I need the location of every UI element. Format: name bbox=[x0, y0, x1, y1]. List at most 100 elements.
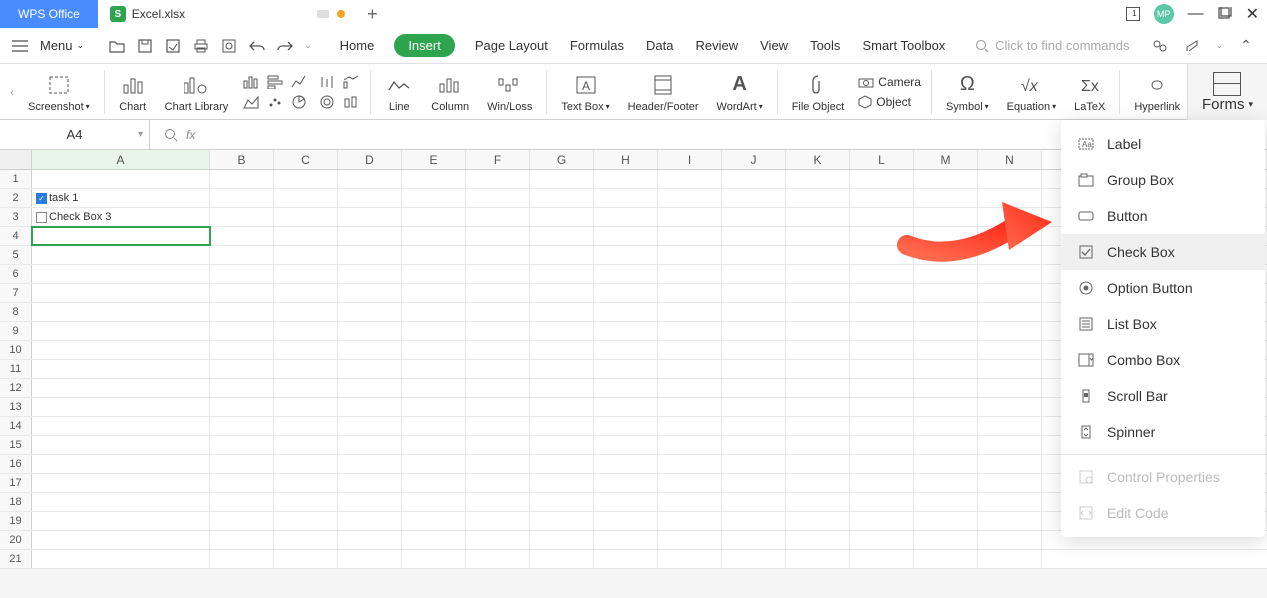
cell[interactable] bbox=[594, 227, 658, 245]
cell[interactable] bbox=[402, 512, 466, 530]
cell[interactable] bbox=[466, 189, 530, 207]
cell[interactable] bbox=[210, 455, 274, 473]
file-object-button[interactable]: File Object bbox=[784, 71, 853, 113]
cell[interactable] bbox=[210, 265, 274, 283]
row-header[interactable]: 2 bbox=[0, 189, 32, 207]
cell[interactable] bbox=[850, 246, 914, 264]
cell[interactable] bbox=[338, 246, 402, 264]
column-header[interactable]: N bbox=[978, 150, 1042, 169]
cell[interactable] bbox=[786, 474, 850, 492]
cell[interactable] bbox=[722, 208, 786, 226]
cell[interactable] bbox=[786, 303, 850, 321]
cell[interactable] bbox=[786, 417, 850, 435]
chevron-down-icon[interactable]: ▾ bbox=[138, 129, 143, 140]
cell[interactable] bbox=[914, 189, 978, 207]
cell[interactable] bbox=[722, 512, 786, 530]
cell[interactable] bbox=[594, 512, 658, 530]
close-button[interactable]: ✕ bbox=[1246, 4, 1259, 24]
cell[interactable] bbox=[914, 208, 978, 226]
cell[interactable] bbox=[722, 398, 786, 416]
column-header[interactable]: J bbox=[722, 150, 786, 169]
cell[interactable] bbox=[32, 360, 210, 378]
cell[interactable] bbox=[658, 265, 722, 283]
cell[interactable] bbox=[978, 398, 1042, 416]
row-header[interactable]: 4 bbox=[0, 227, 32, 245]
more-charts-icon[interactable] bbox=[342, 93, 360, 111]
cell[interactable] bbox=[850, 360, 914, 378]
row-header[interactable]: 9 bbox=[0, 322, 32, 340]
column-header[interactable]: E bbox=[402, 150, 466, 169]
cell[interactable] bbox=[530, 189, 594, 207]
cell[interactable] bbox=[850, 493, 914, 511]
checkbox-control[interactable]: ✓task 1 bbox=[36, 192, 78, 204]
cell[interactable] bbox=[850, 341, 914, 359]
cell[interactable] bbox=[658, 208, 722, 226]
cell[interactable] bbox=[978, 417, 1042, 435]
tab-formulas[interactable]: Formulas bbox=[568, 34, 626, 57]
app-tab[interactable]: WPS Office bbox=[0, 0, 98, 28]
forms-button-item[interactable]: Button bbox=[1061, 198, 1265, 234]
cell[interactable] bbox=[786, 455, 850, 473]
cell[interactable] bbox=[402, 550, 466, 568]
cell[interactable] bbox=[402, 379, 466, 397]
cell[interactable] bbox=[466, 246, 530, 264]
column-header[interactable]: A bbox=[32, 150, 210, 169]
cell[interactable] bbox=[32, 436, 210, 454]
cell[interactable] bbox=[210, 417, 274, 435]
cell[interactable] bbox=[530, 341, 594, 359]
cell[interactable] bbox=[914, 227, 978, 245]
cell[interactable] bbox=[274, 455, 338, 473]
cell[interactable] bbox=[274, 284, 338, 302]
textbox-button[interactable]: A Text Box▾ bbox=[553, 71, 617, 113]
cell[interactable]: Check Box 3 bbox=[32, 208, 210, 226]
row-header[interactable]: 8 bbox=[0, 303, 32, 321]
cell[interactable] bbox=[658, 227, 722, 245]
cell[interactable] bbox=[658, 493, 722, 511]
cell[interactable] bbox=[850, 436, 914, 454]
cell[interactable] bbox=[32, 265, 210, 283]
row-header[interactable]: 16 bbox=[0, 455, 32, 473]
menu-hamburger-icon[interactable] bbox=[12, 40, 28, 52]
cell[interactable] bbox=[32, 398, 210, 416]
chart-button[interactable]: Chart bbox=[111, 71, 155, 113]
cell[interactable] bbox=[722, 436, 786, 454]
forms-groupbox-item[interactable]: Group Box bbox=[1061, 162, 1265, 198]
cell[interactable] bbox=[978, 436, 1042, 454]
cell[interactable] bbox=[594, 170, 658, 188]
cell[interactable] bbox=[594, 550, 658, 568]
cell[interactable] bbox=[850, 265, 914, 283]
radar-chart-icon[interactable] bbox=[318, 93, 336, 111]
new-tab-button[interactable]: + bbox=[367, 4, 378, 25]
cell[interactable] bbox=[32, 379, 210, 397]
cell[interactable] bbox=[210, 303, 274, 321]
cell[interactable] bbox=[210, 227, 274, 245]
cell[interactable] bbox=[402, 246, 466, 264]
cell[interactable] bbox=[274, 379, 338, 397]
cell[interactable] bbox=[658, 455, 722, 473]
cell[interactable] bbox=[402, 341, 466, 359]
cell[interactable] bbox=[786, 246, 850, 264]
cell[interactable] bbox=[402, 322, 466, 340]
cell[interactable] bbox=[210, 360, 274, 378]
forms-option-item[interactable]: Option Button bbox=[1061, 270, 1265, 306]
chart-library-button[interactable]: Chart Library bbox=[157, 71, 237, 113]
cell[interactable] bbox=[978, 341, 1042, 359]
row-header[interactable]: 10 bbox=[0, 341, 32, 359]
cell[interactable] bbox=[850, 531, 914, 549]
row-header[interactable]: 17 bbox=[0, 474, 32, 492]
cell[interactable] bbox=[850, 474, 914, 492]
cell[interactable] bbox=[32, 417, 210, 435]
open-icon[interactable] bbox=[108, 37, 126, 55]
cell[interactable] bbox=[530, 208, 594, 226]
cell[interactable] bbox=[914, 246, 978, 264]
cell[interactable] bbox=[338, 303, 402, 321]
cell[interactable] bbox=[466, 398, 530, 416]
forms-combobox-item[interactable]: Combo Box bbox=[1061, 342, 1265, 378]
name-box[interactable]: A4 ▾ bbox=[0, 120, 150, 149]
sparkline-column-button[interactable]: Column bbox=[423, 71, 477, 113]
cell[interactable] bbox=[978, 455, 1042, 473]
cell[interactable] bbox=[594, 455, 658, 473]
latex-button[interactable]: Σx LaTeX bbox=[1066, 71, 1113, 113]
cell[interactable] bbox=[530, 265, 594, 283]
cell[interactable] bbox=[530, 360, 594, 378]
